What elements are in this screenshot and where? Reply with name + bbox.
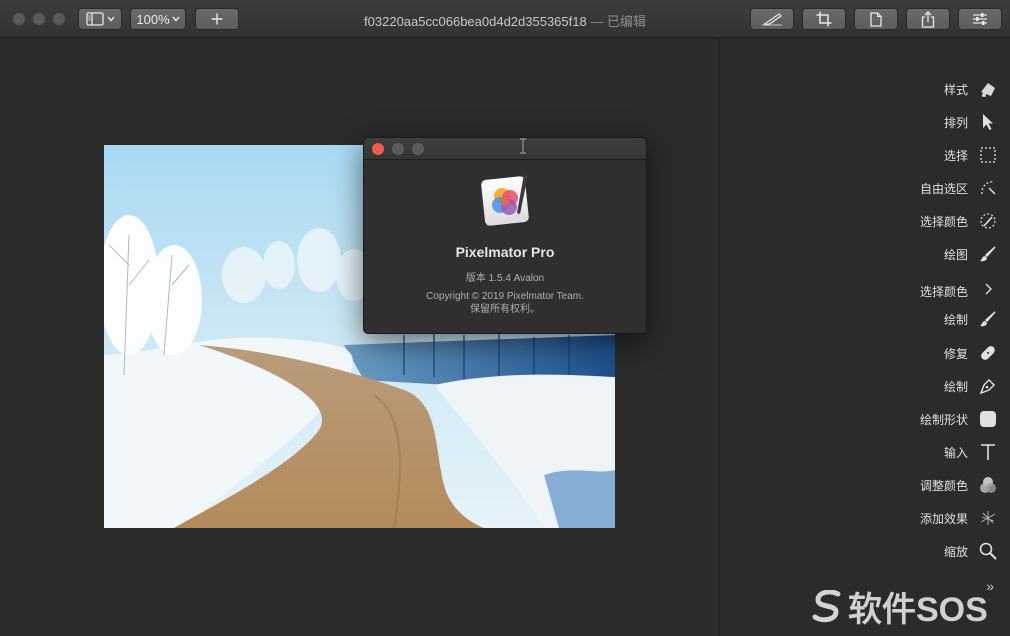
tool-label: 缩放 (943, 544, 968, 559)
tool-pen[interactable]: 绘制 (944, 374, 998, 398)
color-select-icon (978, 211, 998, 231)
view-menu-button[interactable] (78, 8, 122, 30)
brush-tool-button[interactable] (750, 8, 794, 30)
tool-label: 绘制形状 (919, 412, 968, 427)
bandage-icon (978, 343, 998, 363)
plus-icon (211, 13, 223, 25)
tool-type[interactable]: 输入 (944, 440, 998, 464)
tool-label: 排列 (943, 115, 968, 130)
share-icon (921, 10, 935, 28)
tool-select-color[interactable]: 选择颜色 (920, 209, 998, 233)
tool-label: 选择颜色 (919, 214, 968, 229)
brush-icon (978, 309, 998, 329)
about-minimize-button (392, 143, 404, 155)
tool-freeform-select[interactable]: 自由选区 (920, 176, 998, 200)
document-name: f03220aa5cc066bea0d4d2d355365f18 (364, 14, 587, 29)
sidebar-toggle-icon (85, 12, 104, 26)
add-button[interactable] (195, 8, 239, 30)
tool-shape[interactable]: 绘制形状 (920, 407, 998, 431)
marquee-icon (978, 145, 998, 165)
pen-icon (978, 376, 998, 396)
window-minimize-button[interactable] (33, 13, 45, 25)
tool-label: 选择 (943, 148, 968, 163)
rights-line: 保留所有权利。 (470, 304, 540, 315)
title-bar: 100% f03220aa5cc066bea0d4d2d355365f18 — … (0, 0, 1010, 38)
brush-icon (761, 12, 783, 26)
about-zoom-button (412, 143, 424, 155)
tool-label: 输入 (943, 445, 968, 460)
edited-status: — 已编辑 (586, 14, 646, 29)
app-version: 版本 1.5.4 Avalon (465, 273, 545, 284)
document-icon (870, 11, 882, 27)
style-icon (978, 79, 998, 99)
adjust-icon (972, 12, 988, 26)
copyright-line: Copyright © 2019 Pixelmator Team. (426, 291, 584, 302)
color-adjust-icon (978, 475, 998, 495)
arrow-icon (978, 112, 998, 132)
tool-label: 选择颜色 (919, 284, 968, 299)
tool-label: 绘制 (943, 379, 968, 394)
zoom-icon (978, 541, 998, 561)
about-title-bar (364, 138, 646, 160)
tool-select[interactable]: 选择 (944, 143, 998, 167)
tool-label: 绘图 (943, 247, 968, 262)
eyedropper-icon (978, 281, 998, 301)
tool-label: 调整颜色 (919, 478, 968, 493)
lasso-icon (978, 178, 998, 198)
tool-label: 添加效果 (919, 511, 968, 526)
tool-arrange[interactable]: 排列 (944, 110, 998, 134)
tool-label: 绘制 (943, 312, 968, 327)
app-copyright: Copyright © 2019 Pixelmator Team. 保留所有权利… (364, 290, 646, 316)
zoom-level: 100% (136, 11, 170, 27)
watermark: 软件SOS (812, 582, 988, 631)
tool-repair[interactable]: 修复 (944, 341, 998, 365)
window-title: f03220aa5cc066bea0d4d2d355365f18 — 已编辑 (300, 11, 710, 30)
about-close-button[interactable] (372, 143, 384, 155)
tool-effects[interactable]: 添加效果 (920, 506, 998, 530)
tool-label: 自由选区 (919, 181, 968, 196)
crop-button[interactable] (802, 8, 846, 30)
tool-adjust-color[interactable]: 调整颜色 (920, 473, 998, 497)
type-icon (978, 442, 998, 462)
tool-draw[interactable]: 绘制 (944, 307, 998, 331)
paint-icon (978, 244, 998, 264)
tools-sidebar: 样式 排列 选择 自由选区 选择颜色 绘图 选择颜色 绘制 修复 绘制 绘制形状 (719, 39, 1010, 636)
tool-select-color-2[interactable]: 选择颜色 (920, 279, 998, 303)
window-zoom-button[interactable] (53, 13, 65, 25)
crop-icon (816, 11, 832, 27)
tool-style[interactable]: 样式 (944, 77, 998, 101)
tool-label: 样式 (943, 82, 968, 97)
canvas-area[interactable] (0, 39, 719, 636)
effects-icon (978, 508, 998, 528)
chevron-down-icon (172, 16, 180, 22)
ibeam-cursor-icon (518, 138, 528, 159)
zoom-menu-button[interactable]: 100% (130, 8, 186, 30)
share-button[interactable] (906, 8, 950, 30)
document-button[interactable] (854, 8, 898, 30)
tool-label: 修复 (943, 346, 968, 361)
shape-icon (978, 409, 998, 429)
watermark-logo-icon (812, 589, 841, 622)
tool-paint[interactable]: 绘图 (944, 242, 998, 266)
about-dialog: Pixelmator Pro 版本 1.5.4 Avalon Copyright… (363, 137, 647, 334)
pixelmator-app-icon (480, 172, 534, 228)
app-name: Pixelmator Pro (455, 244, 555, 260)
chevron-down-icon (106, 16, 115, 22)
adjust-button[interactable] (958, 8, 1002, 30)
watermark-text: 软件SOS (848, 591, 988, 629)
tool-zoom[interactable]: 缩放 (944, 539, 998, 563)
window-close-button[interactable] (13, 13, 25, 25)
